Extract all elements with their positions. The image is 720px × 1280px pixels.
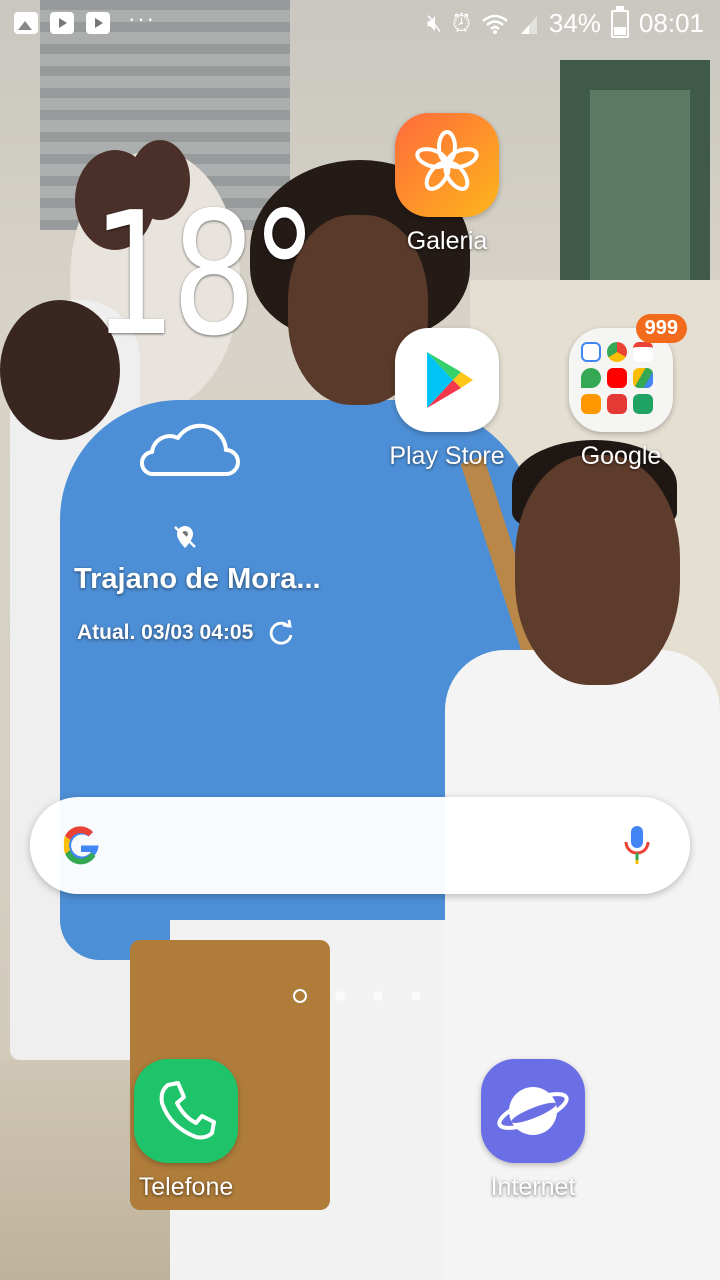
page-dot-home[interactable] <box>293 989 307 1003</box>
page-dot[interactable] <box>411 991 421 1001</box>
google-folder-icon: 999 <box>569 314 687 432</box>
app-label: Galeria <box>406 227 488 255</box>
wifi-icon <box>482 14 508 34</box>
battery-icon <box>610 5 629 38</box>
page-indicator[interactable] <box>293 989 421 1003</box>
app-label: Google <box>580 442 662 470</box>
notification-badge: 999 <box>635 314 687 343</box>
phone-icon <box>134 1059 238 1163</box>
app-label: Internet <box>490 1173 576 1201</box>
more-dots-icon: ··· <box>128 6 156 31</box>
app-play-store[interactable]: Play Store <box>382 328 512 471</box>
page-dot[interactable] <box>335 991 345 1001</box>
temperature[interactable]: 18° <box>92 190 318 360</box>
app-galeria[interactable]: Galeria <box>382 113 512 256</box>
app-telefone[interactable]: Telefone <box>121 1059 251 1202</box>
app-internet[interactable]: Internet <box>468 1059 598 1202</box>
weather-updated: Atual. 03/03 04:05 <box>77 619 295 647</box>
mute-icon: 🔇︎ <box>427 9 443 37</box>
cloud-icon <box>139 423 240 477</box>
app-label: Telefone <box>138 1173 234 1201</box>
internet-icon <box>481 1059 585 1163</box>
app-label: Play Store <box>389 442 505 470</box>
alarm-icon: ⏰︎ <box>452 9 471 37</box>
weather-updated-text: Atual. 03/03 04:05 <box>77 621 254 644</box>
galeria-icon <box>395 113 499 217</box>
play-store-icon <box>395 328 499 432</box>
signal-icon <box>520 15 537 34</box>
gallery-icon <box>14 12 38 34</box>
clock: 08:01 <box>638 8 704 38</box>
youtube-icon <box>50 12 74 34</box>
folder-google[interactable]: 999 Google <box>556 314 687 471</box>
google-search-bar[interactable] <box>30 797 690 894</box>
page-dot[interactable] <box>373 991 383 1001</box>
google-logo-icon <box>63 826 99 865</box>
mic-icon[interactable] <box>622 824 652 866</box>
weather-location[interactable]: Trajano de Mora... <box>74 563 321 596</box>
location-off-icon <box>174 526 196 548</box>
refresh-icon[interactable] <box>267 619 295 647</box>
youtube-icon <box>86 12 110 34</box>
status-bar[interactable]: ··· 🔇︎ ⏰︎ 34% 08:01 <box>0 0 720 50</box>
battery-percent: 34% <box>548 8 601 38</box>
